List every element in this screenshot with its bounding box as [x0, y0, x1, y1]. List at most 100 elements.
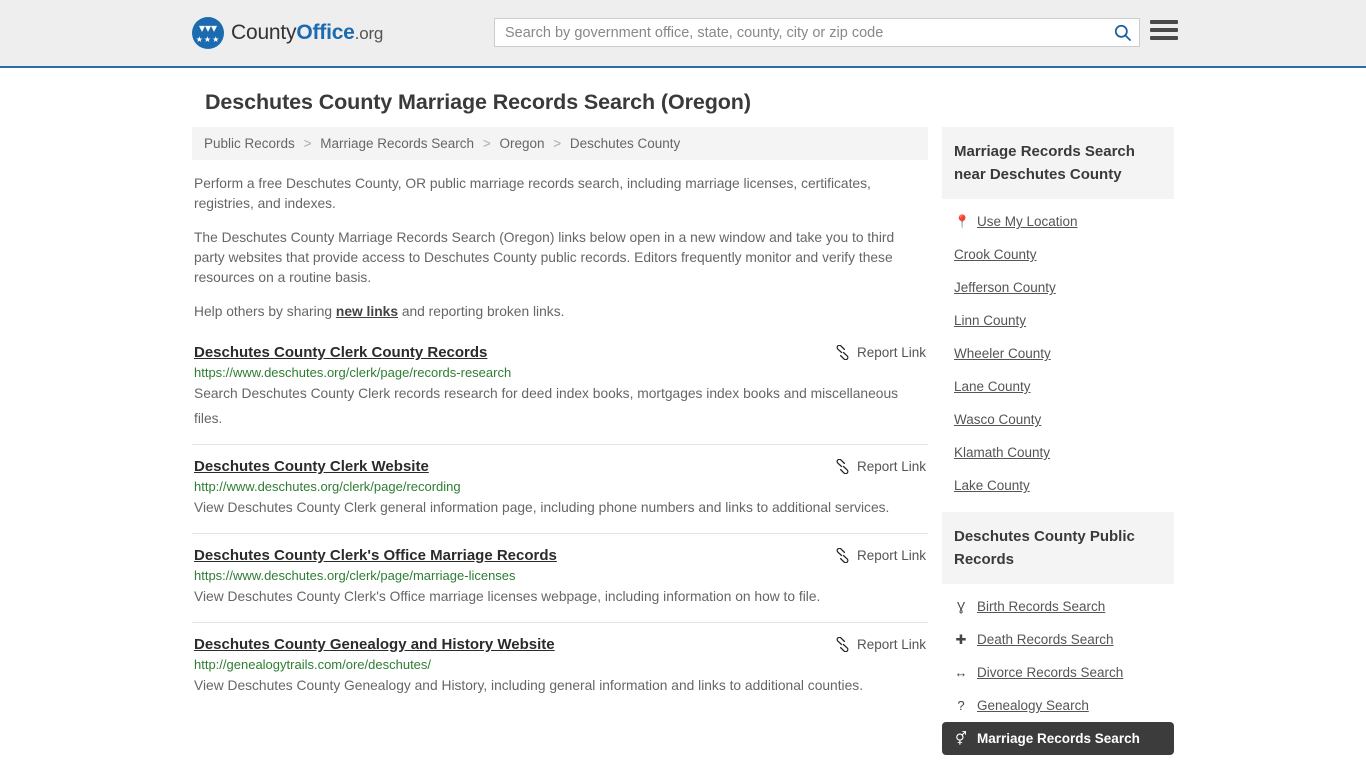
result-description: View Deschutes County Clerk general info… [194, 500, 890, 515]
sidebar-item-death-records-search[interactable]: ✚ Death Records Search [942, 623, 1174, 656]
sidebar-item-county[interactable]: Wasco County [942, 403, 1174, 436]
report-link-button[interactable]: Report Link [835, 458, 926, 474]
brand-part-office: Office [296, 21, 355, 44]
hamburger-menu-icon[interactable] [1150, 18, 1178, 42]
intro-paragraph-2: The Deschutes County Marriage Records Se… [194, 230, 895, 285]
brand-part-org: .org [354, 24, 384, 43]
sidebar-item-county[interactable]: Crook County [942, 238, 1174, 271]
result-description: Search Deschutes County Clerk records re… [194, 386, 899, 426]
sidebar-item-marriage-records-search[interactable]: ⚥ Marriage Records Search [942, 722, 1174, 755]
result-item: Deschutes County Genealogy and History W… [192, 636, 928, 711]
result-url: http://genealogytrails.com/ore/deschutes… [194, 657, 432, 672]
result-title-link[interactable]: Deschutes County Clerk's Office Marriage… [194, 547, 557, 564]
result-title-link[interactable]: Deschutes County Clerk Website [194, 458, 429, 475]
search-bar [494, 18, 1140, 47]
report-link-button[interactable]: Report Link [835, 344, 926, 360]
result-title-link[interactable]: Deschutes County Clerk County Records [194, 344, 487, 361]
public-records-panel-heading: Deschutes County Public Records [942, 512, 1174, 584]
cross-icon: ✚ [955, 631, 967, 647]
breadcrumb-item-3[interactable]: Deschutes County [570, 136, 680, 151]
breadcrumb-separator: > [303, 136, 312, 151]
page-title: Deschutes County Marriage Records Search… [205, 90, 751, 114]
intro-paragraph-3: Help others by sharing new links and rep… [194, 302, 926, 322]
result-header: Deschutes County Clerk County Records Rep… [194, 344, 926, 361]
intro-p3-before: Help others by sharing [194, 304, 336, 319]
sidebar-item-label: Use My Location [977, 214, 1078, 229]
sidebar-item-label: Klamath County [954, 445, 1051, 460]
sidebar: Marriage Records Search near Deschutes C… [942, 127, 1174, 765]
sidebar-item-label: Genealogy Search [977, 698, 1089, 713]
report-link-label: Report Link [856, 345, 926, 360]
new-links-link[interactable]: new links [336, 304, 398, 319]
search-input[interactable] [495, 19, 1105, 46]
sidebar-item-genealogy-search[interactable]: ? Genealogy Search [942, 689, 1174, 722]
breadcrumb-item-0[interactable]: Public Records [204, 136, 295, 151]
result-description: View Deschutes County Clerk's Office mar… [194, 589, 821, 604]
broken-link-icon [836, 637, 849, 652]
brand-part-county: County [231, 21, 297, 44]
sidebar-item-use-my-location[interactable]: 📍 Use My Location [942, 205, 1174, 238]
content-columns: Public Records > Marriage Records Search… [192, 127, 1174, 765]
result-url: https://www.deschutes.org/clerk/page/rec… [194, 365, 512, 380]
sidebar-item-label: Crook County [954, 247, 1037, 262]
broken-link-icon [836, 459, 849, 474]
page-container: Deschutes County Marriage Records Search… [0, 90, 1366, 765]
report-link-label: Report Link [856, 637, 926, 652]
sidebar-item-divorce-records-search[interactable]: ↔ Divorce Records Search [942, 656, 1174, 689]
sidebar-item-county[interactable]: Lake County [942, 469, 1174, 502]
main-column: Public Records > Marriage Records Search… [192, 127, 928, 724]
result-item: Deschutes County Clerk County Records Rep… [192, 344, 928, 445]
breadcrumb: Public Records > Marriage Records Search… [192, 127, 928, 160]
sidebar-item-county[interactable]: Linn County [942, 304, 1174, 337]
sidebar-item-label: Death Records Search [977, 632, 1114, 647]
breadcrumb-item-1[interactable]: Marriage Records Search [320, 136, 474, 151]
intro-text: Perform a free Deschutes County, OR publ… [192, 174, 928, 322]
result-header: Deschutes County Clerk's Office Marriage… [194, 547, 926, 564]
public-records-list: Ɣ Birth Records Search ✚ Death Records Sear… [942, 584, 1174, 759]
result-title-link[interactable]: Deschutes County Genealogy and History W… [194, 636, 555, 653]
nearby-panel: Marriage Records Search near Deschutes C… [942, 127, 1174, 506]
public-records-panel: Deschutes County Public Records Ɣ Birth R… [942, 512, 1174, 759]
result-header: Deschutes County Genealogy and History W… [194, 636, 926, 653]
sidebar-item-label: Linn County [954, 313, 1027, 328]
eagle-seal-icon: ▾▾▾ ★★★ [192, 17, 224, 49]
site-header: ▾▾▾ ★★★ CountyOffice.org [0, 0, 1366, 68]
broken-link-icon [836, 345, 849, 360]
sidebar-item-birth-records-search[interactable]: Ɣ Birth Records Search [942, 590, 1174, 623]
search-icon [1114, 24, 1131, 41]
breadcrumb-item-2[interactable]: Oregon [499, 136, 544, 151]
male-female-icon: ⚥ [955, 730, 967, 746]
intro-p3-after: and reporting broken links. [398, 304, 565, 319]
report-link-label: Report Link [856, 548, 926, 563]
brand-wordmark: CountyOffice.org [231, 21, 383, 45]
sidebar-item-county[interactable]: Jefferson County [942, 271, 1174, 304]
question-mark-icon: ? [957, 697, 965, 713]
result-url: http://www.deschutes.org/clerk/page/reco… [194, 479, 461, 494]
result-description: View Deschutes County Genealogy and Hist… [194, 678, 864, 693]
sidebar-item-label: Wheeler County [954, 346, 1051, 361]
result-header: Deschutes County Clerk Website Report Lin… [194, 458, 926, 475]
report-link-button[interactable]: Report Link [835, 547, 926, 563]
sidebar-item-county[interactable]: Klamath County [942, 436, 1174, 469]
broken-link-icon [836, 548, 849, 563]
nearby-county-list: 📍 Use My Location Crook County Jefferson Co… [942, 199, 1174, 506]
sidebar-item-label: Lane County [954, 379, 1031, 394]
breadcrumb-separator: > [482, 136, 491, 151]
intro-paragraph-1: Perform a free Deschutes County, OR publ… [194, 176, 871, 211]
map-pin-icon: 📍 [954, 213, 971, 229]
sidebar-item-label: Marriage Records Search [977, 731, 1140, 746]
sidebar-item-county[interactable]: Wheeler County [942, 337, 1174, 370]
results-list: Deschutes County Clerk County Records Rep… [192, 344, 928, 711]
report-link-button[interactable]: Report Link [835, 636, 926, 652]
left-right-arrow-icon: ↔ [954, 664, 968, 680]
nearby-panel-heading: Marriage Records Search near Deschutes C… [942, 127, 1174, 199]
report-link-label: Report Link [856, 459, 926, 474]
sidebar-item-label: Divorce Records Search [977, 665, 1124, 680]
sidebar-item-label: Birth Records Search [977, 599, 1106, 614]
result-item: Deschutes County Clerk's Office Marriage… [192, 547, 928, 623]
sidebar-item-county[interactable]: Lane County [942, 370, 1174, 403]
result-item: Deschutes County Clerk Website Report Lin… [192, 458, 928, 534]
site-logo[interactable]: ▾▾▾ ★★★ CountyOffice.org [192, 17, 383, 49]
sidebar-item-label: Lake County [954, 478, 1030, 493]
search-button[interactable] [1105, 19, 1139, 46]
